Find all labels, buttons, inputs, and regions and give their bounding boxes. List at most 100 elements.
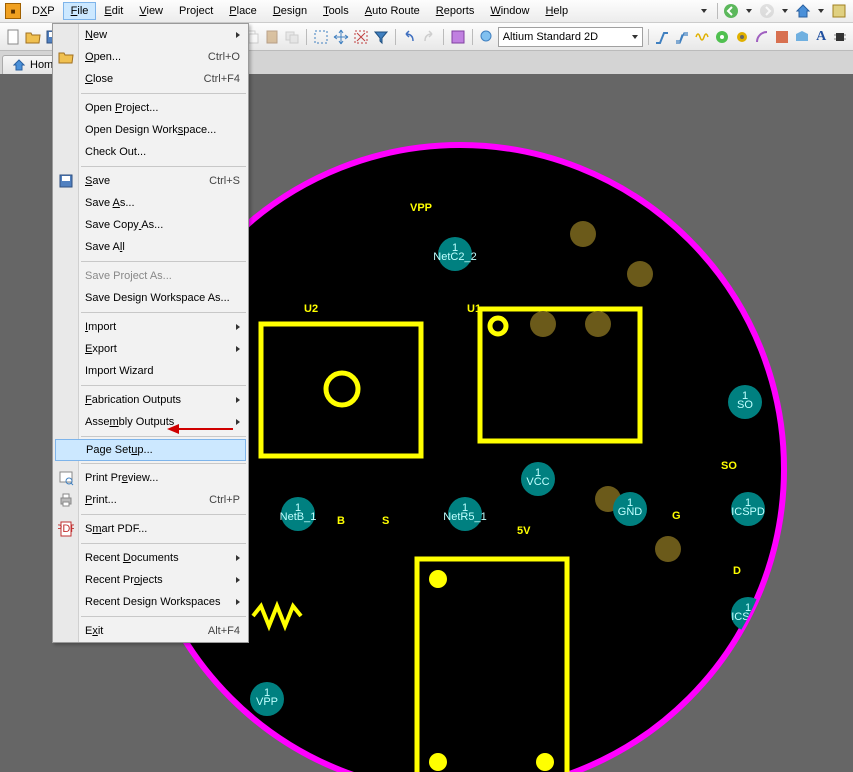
app-icon: ■ <box>5 3 21 19</box>
menu-item-save-project-as: Save Project As... <box>53 265 248 287</box>
menu-item-save-copy-as[interactable]: Save Copy As... <box>53 214 248 236</box>
menu-item-label: Save Copy As... <box>85 219 240 231</box>
submenu-arrow-icon <box>236 596 240 608</box>
new-doc-button[interactable] <box>4 26 22 48</box>
menu-item-exit[interactable]: ExitAlt+F4 <box>53 620 248 642</box>
via-button[interactable] <box>733 26 751 48</box>
route-diff-button[interactable] <box>673 26 691 48</box>
svg-text:VPP: VPP <box>256 696 278 708</box>
dropdown-icon[interactable] <box>741 3 757 19</box>
silk-g: G <box>672 510 681 522</box>
svg-text:ICSPD: ICSPD <box>731 506 765 518</box>
pad-gnd: 1GND <box>613 492 647 526</box>
menu-item-recent-projects[interactable]: Recent Projects <box>53 569 248 591</box>
menu-item-fabrication-outputs[interactable]: Fabrication Outputs <box>53 389 248 411</box>
menubar: ■ DXP File Edit View Project Place Desig… <box>0 0 853 23</box>
menu-item-import[interactable]: Import <box>53 316 248 338</box>
menu-item-save-as[interactable]: Save As... <box>53 192 248 214</box>
menu-item-open-project[interactable]: Open Project... <box>53 97 248 119</box>
view-mode-select[interactable]: Altium Standard 2D <box>498 27 643 47</box>
layers-button[interactable] <box>449 26 467 48</box>
menu-window[interactable]: Window <box>482 2 537 20</box>
menu-autoroute[interactable]: Auto Route <box>357 2 428 20</box>
redo-button[interactable] <box>420 26 438 48</box>
menu-item-label: Check Out... <box>85 146 240 158</box>
dropdown-icon[interactable] <box>696 3 712 19</box>
menu-file[interactable]: File <box>63 2 97 20</box>
browse-button[interactable] <box>478 26 496 48</box>
back-icon[interactable] <box>723 3 739 19</box>
menu-item-recent-design-workspaces[interactable]: Recent Design Workspaces <box>53 591 248 613</box>
tune-button[interactable] <box>693 26 711 48</box>
arc-button[interactable] <box>753 26 771 48</box>
menu-item-shortcut: Ctrl+S <box>209 175 240 187</box>
menu-item-assembly-outputs[interactable]: Assembly Outputs <box>53 411 248 433</box>
settings-icon[interactable] <box>831 3 847 19</box>
menu-item-shortcut: Ctrl+P <box>209 494 240 506</box>
menu-item-new[interactable]: New <box>53 24 248 46</box>
menu-item-label: Open Design Workspace... <box>85 124 240 136</box>
menu-design[interactable]: Design <box>265 2 315 20</box>
menu-view[interactable]: View <box>131 2 171 20</box>
submenu-arrow-icon <box>236 416 240 428</box>
menu-item-import-wizard[interactable]: Import Wizard <box>53 360 248 382</box>
dropdown-icon[interactable] <box>777 3 793 19</box>
menu-item-recent-documents[interactable]: Recent Documents <box>53 547 248 569</box>
print-icon <box>58 492 74 508</box>
route-button[interactable] <box>653 26 671 48</box>
menu-item-shortcut: Ctrl+F4 <box>204 73 240 85</box>
menu-place[interactable]: Place <box>221 2 265 20</box>
menu-help[interactable]: Help <box>537 2 576 20</box>
menu-project[interactable]: Project <box>171 2 221 20</box>
menu-item-label: Print Preview... <box>85 472 240 484</box>
silk-b: B <box>337 515 345 527</box>
string-button[interactable]: A <box>813 26 829 48</box>
menu-dxp[interactable]: DXP <box>24 2 63 20</box>
view-mode-label: Altium Standard 2D <box>503 31 598 43</box>
pad-vcc: 1VCC <box>521 462 555 496</box>
forward-icon <box>759 3 775 19</box>
menu-item-label: Import <box>85 321 240 333</box>
menu-item-save[interactable]: SaveCtrl+S <box>53 170 248 192</box>
silk-5v: 5V <box>517 525 531 537</box>
component-button[interactable] <box>831 26 849 48</box>
menu-item-label: Page Setup... <box>86 444 239 456</box>
menu-reports[interactable]: Reports <box>428 2 483 20</box>
svg-text:PDF: PDF <box>58 523 74 535</box>
pad-vpp: 1VPP <box>250 682 284 716</box>
file-menu-dropdown: NewOpen...Ctrl+OCloseCtrl+F4 Open Project… <box>52 23 249 643</box>
stack-button[interactable] <box>283 26 301 48</box>
move-button[interactable] <box>332 26 350 48</box>
menu-item-check-out[interactable]: Check Out... <box>53 141 248 163</box>
paste-button[interactable] <box>263 26 281 48</box>
menu-item-print-preview[interactable]: Print Preview... <box>53 467 248 489</box>
menu-item-open-design-workspace[interactable]: Open Design Workspace... <box>53 119 248 141</box>
menu-tools[interactable]: Tools <box>315 2 357 20</box>
menu-item-label: Save Project As... <box>85 270 240 282</box>
menu-item-open[interactable]: Open...Ctrl+O <box>53 46 248 68</box>
poly-button[interactable] <box>793 26 811 48</box>
select-button[interactable] <box>312 26 330 48</box>
deselect-button[interactable] <box>352 26 370 48</box>
dropdown-icon[interactable] <box>813 3 829 19</box>
open-button[interactable] <box>24 26 42 48</box>
menu-item-page-setup[interactable]: Page Setup... <box>55 439 246 461</box>
home-icon[interactable] <box>795 3 811 19</box>
fill-button[interactable] <box>773 26 791 48</box>
pad-button[interactable] <box>713 26 731 48</box>
submenu-arrow-icon <box>236 574 240 586</box>
silk-d: D <box>733 565 741 577</box>
menu-item-print[interactable]: Print...Ctrl+P <box>53 489 248 511</box>
menu-item-save-all[interactable]: Save All <box>53 236 248 258</box>
filter-button[interactable] <box>372 26 390 48</box>
undo-button[interactable] <box>400 26 418 48</box>
menu-item-smart-pdf[interactable]: PDFSmart PDF... <box>53 518 248 540</box>
menu-edit[interactable]: Edit <box>96 2 131 20</box>
svg-text:NetC2_2: NetC2_2 <box>433 251 476 263</box>
save-icon <box>58 173 74 189</box>
menu-item-shortcut: Ctrl+O <box>208 51 240 63</box>
menu-item-save-design-workspace-as[interactable]: Save Design Workspace As... <box>53 287 248 309</box>
menu-item-export[interactable]: Export <box>53 338 248 360</box>
preview-icon <box>58 470 74 486</box>
menu-item-close[interactable]: CloseCtrl+F4 <box>53 68 248 90</box>
